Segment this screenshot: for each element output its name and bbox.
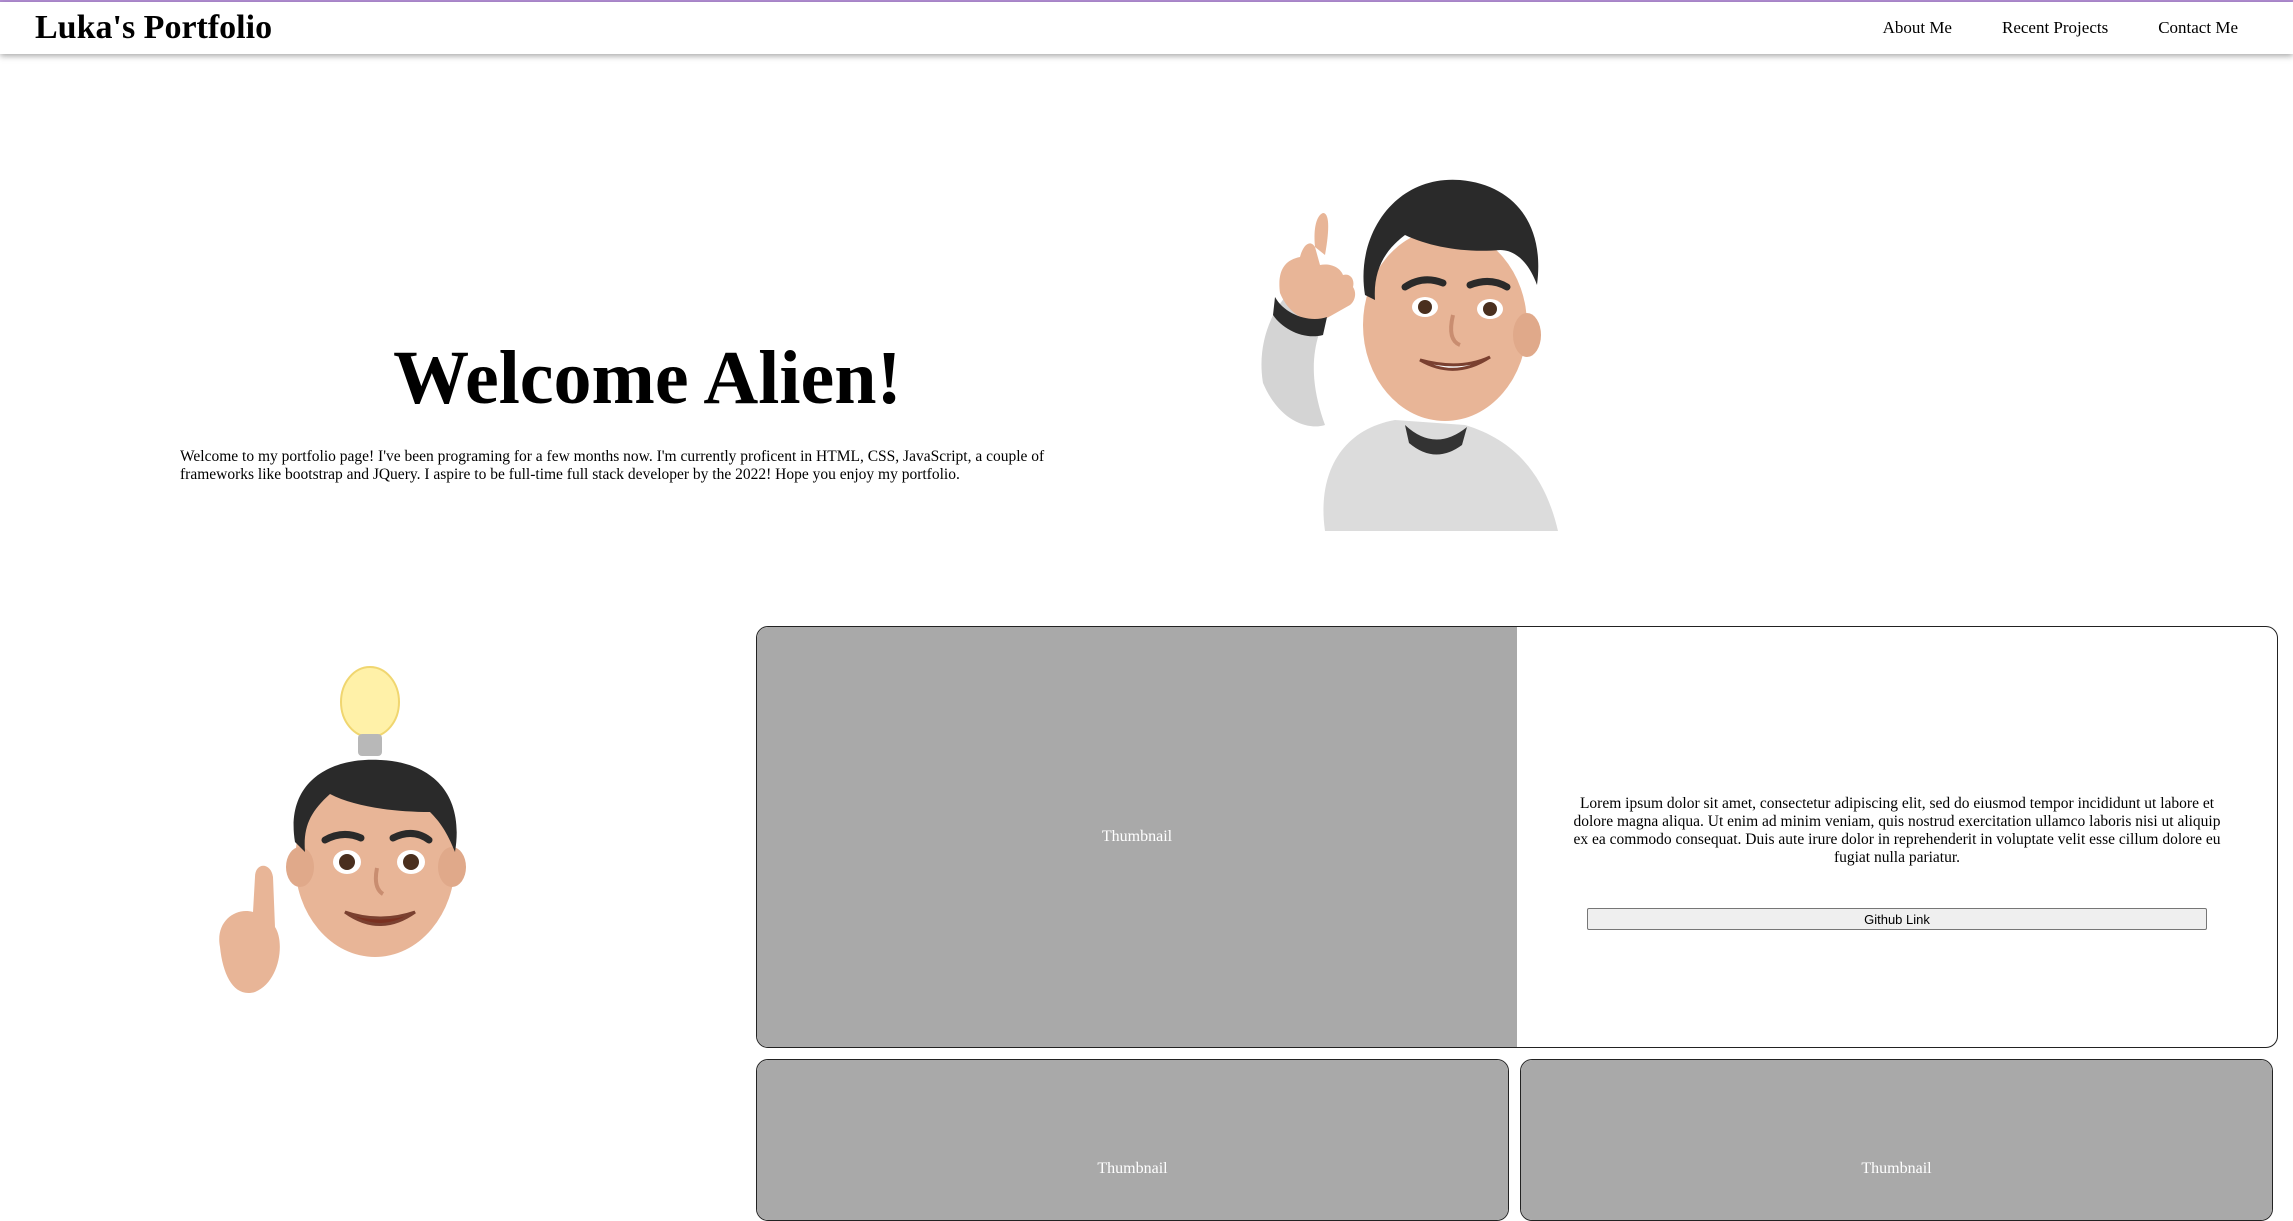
project-thumbnail: Thumbnail bbox=[757, 1060, 1508, 1220]
github-link-button[interactable]: Github Link bbox=[1587, 908, 2207, 930]
hero-title: Welcome Alien! bbox=[393, 336, 902, 420]
featured-project-card: Thumbnail Lorem ipsum dolor sit amet, co… bbox=[756, 626, 2278, 1048]
navbar: Luka's Portfolio About Me Recent Project… bbox=[0, 2, 2293, 54]
nav-contact-me[interactable]: Contact Me bbox=[2158, 18, 2238, 38]
nav-recent-projects[interactable]: Recent Projects bbox=[2002, 18, 2108, 38]
project-card: Thumbnail bbox=[756, 1059, 1509, 1221]
memoji-idea-avatar bbox=[219, 666, 466, 994]
project-card: Thumbnail bbox=[1520, 1059, 2273, 1221]
nav-about-me[interactable]: About Me bbox=[1883, 18, 1952, 38]
memoji-waving-avatar bbox=[1261, 179, 1558, 531]
project-details: Lorem ipsum dolor sit amet, consectetur … bbox=[1517, 627, 2277, 1047]
project-description: Lorem ipsum dolor sit amet, consectetur … bbox=[1573, 795, 2221, 866]
project-thumbnail: Thumbnail bbox=[1521, 1060, 2272, 1220]
brand-title[interactable]: Luka's Portfolio bbox=[35, 8, 272, 48]
main-nav: About Me Recent Projects Contact Me bbox=[1883, 18, 2238, 38]
hero-intro-text: Welcome to my portfolio page! I've been … bbox=[180, 448, 1045, 483]
project-thumbnail: Thumbnail bbox=[757, 627, 1517, 1047]
